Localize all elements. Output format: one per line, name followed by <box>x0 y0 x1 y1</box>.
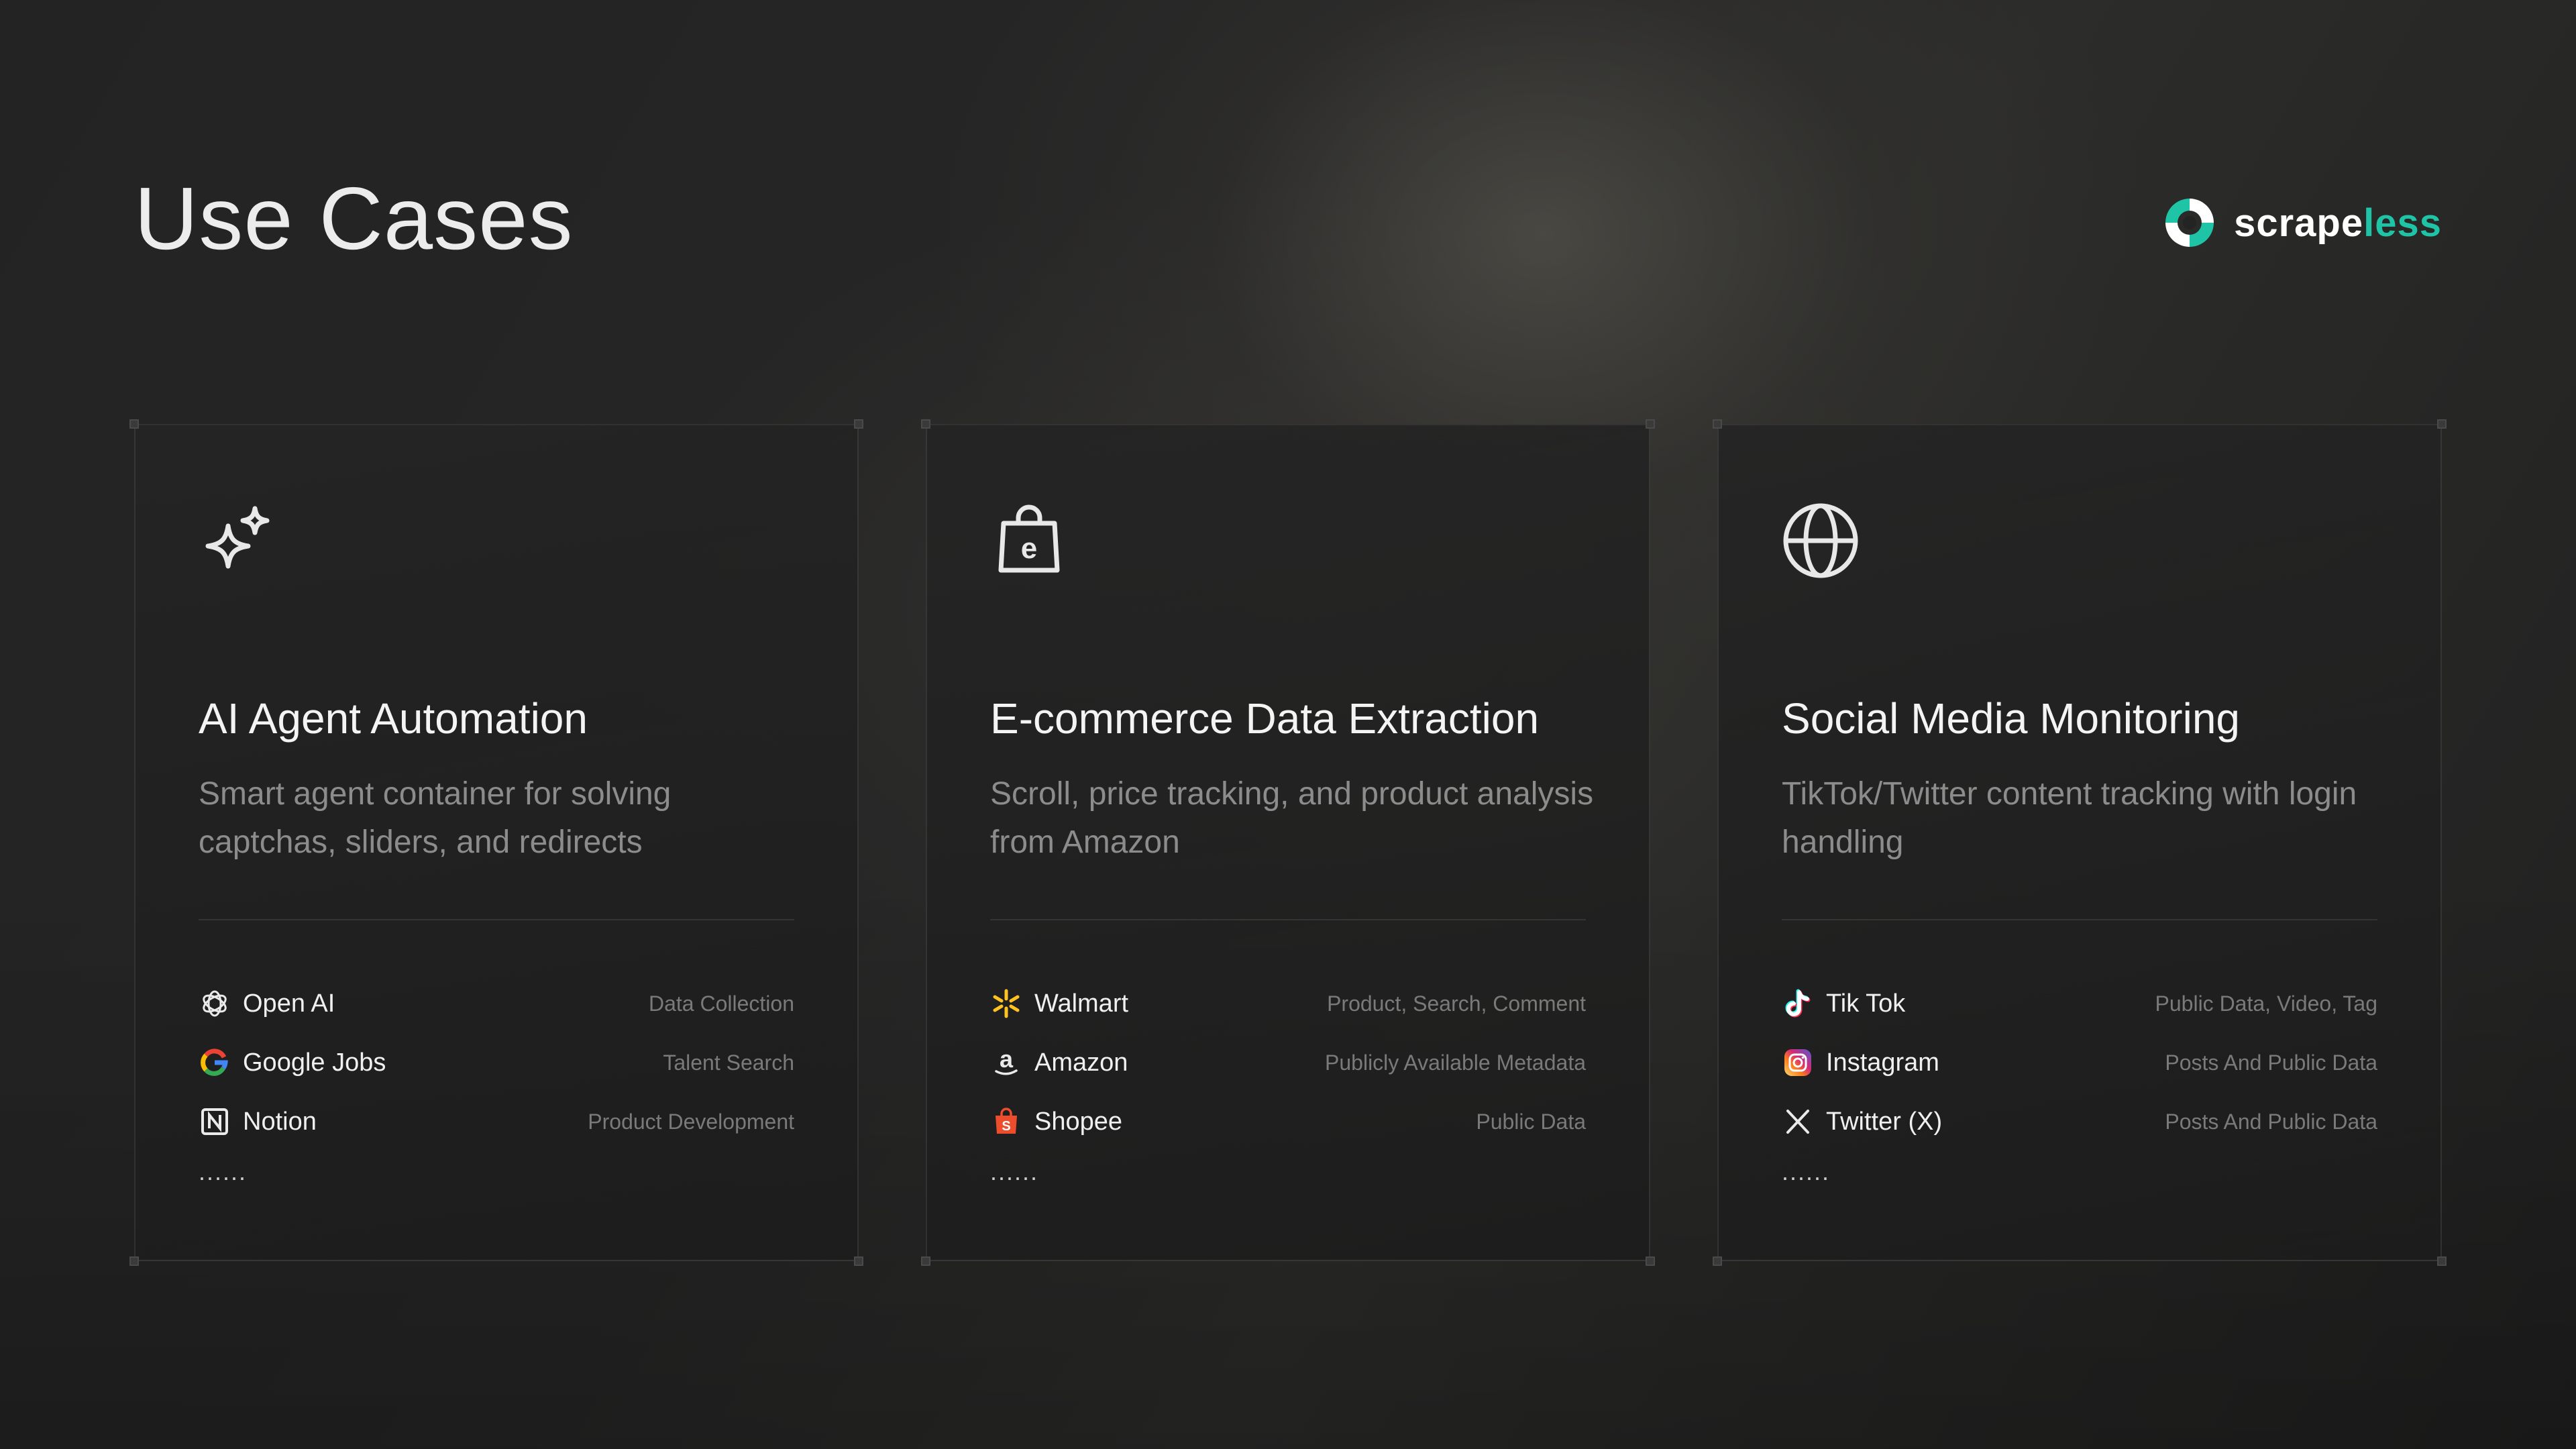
logo-text: scrapeless <box>2234 201 2442 245</box>
item-tag: Posts And Public Data <box>2165 1109 2377 1134</box>
item-tag: Data Collection <box>649 991 794 1016</box>
item-tag: Public Data <box>1476 1109 1586 1134</box>
card-title: AI Agent Automation <box>199 694 588 743</box>
notion-icon <box>199 1106 231 1138</box>
scrapeless-logo[interactable]: scrapeless <box>2161 195 2442 251</box>
list-item-walmart[interactable]: Walmart Product, Search, Comment <box>990 974 1586 1033</box>
list-item-instagram[interactable]: Instagram Posts And Public Data <box>1782 1033 2377 1092</box>
card-ecommerce-data-extraction[interactable]: e E-commerce Data Extraction Scroll, pri… <box>921 419 1655 1266</box>
card-title: E-commerce Data Extraction <box>990 694 1540 743</box>
x-twitter-icon <box>1782 1106 1814 1138</box>
walmart-icon <box>990 987 1022 1020</box>
item-name: Twitter (X) <box>1826 1107 1943 1136</box>
card-description: TikTok/Twitter content tracking with log… <box>1782 776 2357 860</box>
card-social-media-monitoring[interactable]: Social Media Monitoring TikTok/Twitter c… <box>1713 419 2447 1266</box>
card-description: Smart agent container for solving captch… <box>199 776 672 860</box>
card-title: Social Media Monitoring <box>1782 694 2240 743</box>
list-item-notion[interactable]: Notion Product Development <box>199 1092 794 1151</box>
item-name: Instagram <box>1826 1048 1939 1077</box>
card-ai-agent-automation[interactable]: AI Agent Automation Smart agent containe… <box>129 419 863 1266</box>
item-tag: Public Data, Video, Tag <box>2155 991 2377 1016</box>
item-tag: Publicly Available Metadata <box>1325 1050 1586 1075</box>
globe-icon <box>1783 503 1858 578</box>
openai-icon <box>199 987 231 1020</box>
google-icon <box>199 1046 231 1079</box>
list-item-tiktok[interactable]: Tik Tok Public Data, Video, Tag <box>1782 974 2377 1033</box>
item-tag: Posts And Public Data <box>2165 1050 2377 1075</box>
shopee-icon: S <box>990 1106 1022 1138</box>
list-item-amazon[interactable]: a Amazon Publicly Available Metadata <box>990 1033 1586 1092</box>
page-title: Use Cases <box>134 169 574 268</box>
svg-text:S: S <box>1002 1119 1010 1134</box>
svg-text:e: e <box>1021 532 1037 565</box>
shopping-bag-icon: e <box>998 504 1060 573</box>
more-indicator: ...... <box>990 1158 1039 1185</box>
item-name: Notion <box>243 1107 317 1136</box>
item-name: Open AI <box>243 989 335 1018</box>
item-name: Walmart <box>1034 989 1129 1018</box>
list-item-shopee[interactable]: S Shopee Public Data <box>990 1092 1586 1151</box>
scrapeless-logo-icon <box>2165 199 2214 247</box>
instagram-icon <box>1782 1046 1814 1079</box>
item-name: Amazon <box>1034 1048 1128 1077</box>
tiktok-icon <box>1782 987 1814 1020</box>
item-tag: Talent Search <box>663 1050 794 1075</box>
more-indicator: ...... <box>199 1158 248 1185</box>
divider <box>990 919 1586 920</box>
item-name: Google Jobs <box>243 1048 386 1077</box>
card-description: Scroll, price tracking, and product anal… <box>990 776 1594 860</box>
more-indicator: ...... <box>1782 1158 1831 1185</box>
list-item-twitter-x[interactable]: Twitter (X) Posts And Public Data <box>1782 1092 2377 1151</box>
sparkles-icon <box>205 506 270 569</box>
item-name: Shopee <box>1034 1107 1123 1136</box>
divider <box>1782 919 2377 920</box>
item-tag: Product Development <box>588 1109 794 1134</box>
list-item-openai[interactable]: Open AI Data Collection <box>199 974 794 1033</box>
item-tag: Product, Search, Comment <box>1327 991 1586 1016</box>
amazon-icon: a <box>990 1046 1022 1079</box>
divider <box>199 919 794 920</box>
svg-text:a: a <box>1000 1047 1014 1073</box>
item-name: Tik Tok <box>1826 989 1906 1018</box>
list-item-google-jobs[interactable]: Google Jobs Talent Search <box>199 1033 794 1092</box>
